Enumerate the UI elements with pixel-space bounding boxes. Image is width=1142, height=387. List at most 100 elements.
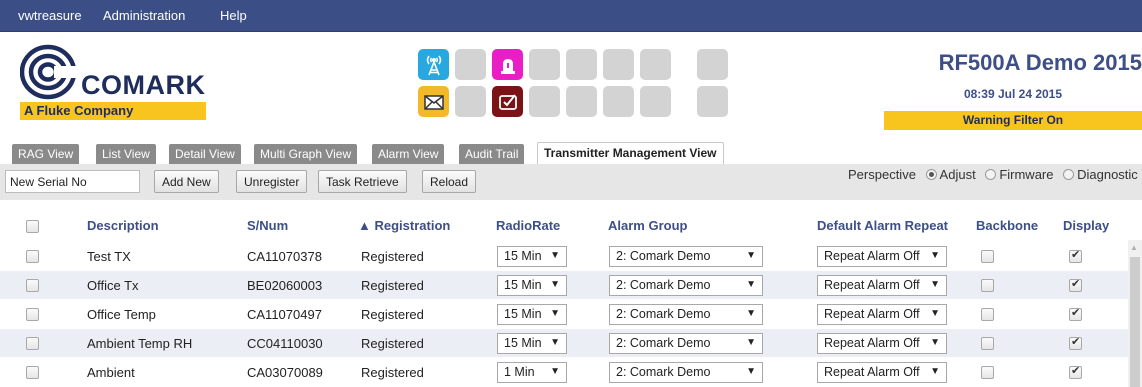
backbone-checkbox[interactable]: [981, 308, 994, 321]
radiorate-value: 15 Min: [504, 307, 542, 321]
backbone-checkbox[interactable]: [981, 250, 994, 263]
site-time: 08:39 Jul 24 2015: [963, 87, 1063, 101]
alarm-group-select[interactable]: 2: Comark Demo ▼: [609, 362, 763, 383]
dropdown-arrow-icon: ▼: [930, 308, 940, 319]
status-slot-icon: [640, 49, 671, 80]
row-select-checkbox[interactable]: [26, 250, 39, 263]
unregister-button[interactable]: Unregister: [236, 170, 308, 193]
table-row[interactable]: Office Tx BE02060003 Registered 15 Min ▼ 2: C…: [0, 270, 1128, 299]
dropdown-arrow-icon: ▼: [930, 279, 940, 290]
table-row[interactable]: Test TX CA11070378 Registered 15 Min ▼ 2: Com…: [0, 241, 1128, 270]
backbone-checkbox[interactable]: [981, 337, 994, 350]
envelope-icon[interactable]: [418, 86, 449, 117]
alarm-repeat-select[interactable]: Repeat Alarm Off ▼: [817, 333, 947, 354]
radiorate-value: 15 Min: [504, 278, 542, 292]
scroll-up-arrow-icon[interactable]: ▲: [1130, 243, 1138, 252]
menu-item-help[interactable]: Help: [220, 8, 247, 23]
row-select-checkbox[interactable]: [26, 279, 39, 292]
column-backbone[interactable]: Backbone: [976, 218, 1038, 233]
tab-audit-trail[interactable]: Audit Trail: [459, 144, 525, 164]
dropdown-arrow-icon: ▼: [746, 337, 756, 348]
row-serial-number: BE02060003: [247, 278, 323, 293]
column-display[interactable]: Display: [1063, 218, 1109, 233]
alarm-repeat-select[interactable]: Repeat Alarm Off ▼: [817, 362, 947, 383]
grid-header: [0, 214, 1142, 240]
perspective-label: Perspective: [848, 167, 916, 182]
radiorate-select[interactable]: 15 Min ▼: [497, 246, 567, 267]
column-default-alarm-repeat[interactable]: Default Alarm Repeat: [817, 218, 948, 233]
radiorate-select[interactable]: 15 Min ▼: [497, 333, 567, 354]
status-slot-icon: [697, 86, 728, 117]
logo-name: COMARK: [81, 70, 206, 100]
tab-transmitter-management-view[interactable]: Transmitter Management View: [537, 142, 724, 164]
row-select-checkbox[interactable]: [26, 337, 39, 350]
display-checkbox[interactable]: [1069, 306, 1082, 321]
table-row[interactable]: Ambient CA03070089 Registered 1 Min ▼ 2: Coma…: [0, 357, 1128, 386]
task-retrieve-button[interactable]: Task Retrieve: [318, 170, 407, 193]
row-description: Office Temp: [87, 307, 156, 322]
dropdown-arrow-icon: ▼: [746, 250, 756, 261]
tab-detail-view[interactable]: Detail View: [169, 144, 241, 164]
display-checkbox[interactable]: [1069, 277, 1082, 292]
radio-tower-icon[interactable]: [418, 49, 449, 80]
column-description[interactable]: Description: [87, 218, 159, 233]
alarm-repeat-select[interactable]: Repeat Alarm Off ▼: [817, 275, 947, 296]
row-description: Test TX: [87, 249, 131, 264]
status-slot-icon: [455, 49, 486, 80]
radio-diagnostic[interactable]: [1063, 169, 1075, 180]
new-serial-input[interactable]: [5, 170, 140, 193]
alarm-beacon-icon[interactable]: [492, 49, 523, 80]
table-row[interactable]: Ambient Temp RH CC04110030 Registered 15 Mi…: [0, 328, 1128, 357]
task-check-icon[interactable]: [492, 86, 523, 117]
alarm-group-select[interactable]: 2: Comark Demo ▼: [609, 304, 763, 325]
column-radiorate[interactable]: RadioRate: [496, 218, 560, 233]
select-all-checkbox[interactable]: [26, 220, 39, 233]
display-checkbox[interactable]: [1069, 364, 1082, 379]
alarm-group-select[interactable]: 2: Comark Demo ▼: [609, 246, 763, 267]
menu-item-vwtreasure[interactable]: vwtreasure: [18, 8, 82, 23]
dropdown-arrow-icon: ▼: [746, 308, 756, 319]
alarm-repeat-select[interactable]: Repeat Alarm Off ▼: [817, 304, 947, 325]
table-row[interactable]: Office Temp CA11070497 Registered 15 Min ▼ 2:…: [0, 299, 1128, 328]
add-new-button[interactable]: Add New: [154, 170, 219, 193]
column-snum[interactable]: S/Num: [247, 218, 288, 233]
radio-adjust[interactable]: [925, 169, 937, 180]
radiorate-select[interactable]: 15 Min ▼: [497, 304, 567, 325]
radiorate-select[interactable]: 15 Min ▼: [497, 275, 567, 296]
tab-alarm-view[interactable]: Alarm View: [372, 144, 445, 164]
status-slot-icon: [529, 49, 560, 80]
menu-item-administration[interactable]: Administration: [103, 8, 185, 23]
row-registration: Registered: [361, 278, 424, 293]
warning-filter-badge[interactable]: Warning Filter On: [884, 111, 1142, 130]
row-select-checkbox[interactable]: [26, 366, 39, 379]
alarm-repeat-value: Repeat Alarm Off: [824, 278, 920, 292]
reload-button[interactable]: Reload: [422, 170, 477, 193]
dropdown-arrow-icon: ▼: [930, 250, 940, 261]
column-alarm-group[interactable]: Alarm Group: [608, 218, 687, 233]
tab-list-view[interactable]: List View: [96, 144, 156, 164]
radiorate-select[interactable]: 1 Min ▼: [497, 362, 567, 383]
status-slot-icon: [603, 86, 634, 117]
row-serial-number: CA11070378: [247, 249, 322, 264]
radiorate-value: 15 Min: [504, 336, 542, 350]
status-slot-icon: [603, 49, 634, 80]
backbone-checkbox[interactable]: [981, 366, 994, 379]
logo-subtitle: A Fluke Company: [20, 102, 206, 120]
scrollbar-thumb[interactable]: [1130, 257, 1140, 387]
backbone-checkbox[interactable]: [981, 279, 994, 292]
alarm-group-select[interactable]: 2: Comark Demo ▼: [609, 333, 763, 354]
display-checkbox[interactable]: [1069, 335, 1082, 350]
row-description: Ambient: [87, 365, 135, 380]
tab-multi-graph-view[interactable]: Multi Graph View: [254, 144, 358, 164]
alarm-group-select[interactable]: 2: Comark Demo ▼: [609, 275, 763, 296]
radio-firmware[interactable]: [985, 169, 997, 180]
dropdown-arrow-icon: ▼: [550, 366, 560, 377]
row-registration: Registered: [361, 336, 424, 351]
status-slot-icon: [640, 86, 671, 117]
tab-rag-view[interactable]: RAG View: [12, 144, 80, 164]
row-select-checkbox[interactable]: [26, 308, 39, 321]
perspective-selector: Perspective Adjust Firmware Diagnostic: [848, 167, 1138, 182]
column-registration[interactable]: ▲ Registration: [358, 218, 450, 233]
display-checkbox[interactable]: [1069, 248, 1082, 263]
alarm-repeat-select[interactable]: Repeat Alarm Off ▼: [817, 246, 947, 267]
